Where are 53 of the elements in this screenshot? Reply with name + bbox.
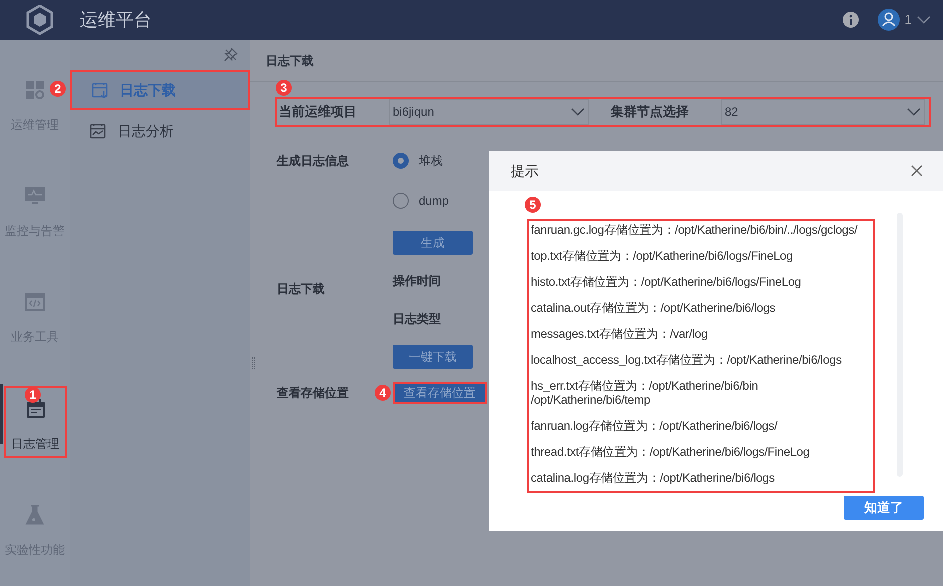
path-line: histo.txt存储位置为：/opt/Katherine/bi6/logs/FineLog: [531, 275, 802, 289]
page-title: 日志下载: [266, 52, 314, 70]
download-all-button[interactable]: 一键下载: [393, 345, 473, 369]
submenu-item[interactable]: 日志分析: [70, 111, 250, 151]
path-line: fanruan.gc.log存储位置为：/opt/Katherine/bi6/bin/../logs/gclogs/: [531, 223, 859, 237]
path-line: localhost_access_log.txt存储位置为：/opt/Katherine/bi6/logs: [531, 353, 843, 367]
field-label: 生成日志信息: [277, 153, 350, 170]
active-indicator: [0, 384, 3, 444]
field-label: 集群节点选择: [610, 103, 690, 122]
resize-handle-icon[interactable]: [252, 357, 255, 369]
app-title: 运维平台: [80, 8, 152, 32]
radio-button[interactable]: [393, 153, 409, 169]
cube-logo-icon: [26, 5, 54, 35]
calendar-icon: [26, 398, 46, 419]
view-storage-button[interactable]: 查看存储位置: [393, 382, 487, 404]
dropdown-field[interactable]: bi6jiqun: [389, 99, 589, 125]
field-label: 日志类型: [393, 311, 442, 328]
callout-number: 3: [276, 80, 292, 96]
radio-button[interactable]: [393, 193, 409, 209]
monitor-icon: [25, 186, 45, 206]
path-line: fanruan.log存储位置为：/opt/Katherine/bi6/logs/: [531, 419, 779, 433]
path-line: catalina.log存储位置为：/opt/Katherine/bi6/logs: [531, 471, 776, 485]
user-avatar-icon[interactable]: [878, 9, 900, 31]
chevron-down-icon: [571, 108, 585, 116]
field-label: 日志下载: [277, 281, 326, 298]
dropdown-field[interactable]: 82: [721, 99, 925, 125]
radio-label: dump: [419, 193, 450, 210]
path-line: thread.txt存储位置为：/opt/Katherine/bi6/logs/FineLog: [531, 445, 811, 459]
flask-icon: [25, 504, 45, 525]
info-icon[interactable]: [842, 12, 859, 28]
confirm-button[interactable]: 知道了: [844, 496, 924, 520]
field-label: 当前运维项目: [278, 103, 358, 122]
field-label: 操作时间: [393, 273, 442, 290]
code-window-icon: [25, 292, 45, 312]
field-label: 查看存储位置: [277, 385, 350, 402]
chevron-down-icon: [907, 108, 921, 116]
chart-calendar-icon: [90, 123, 106, 139]
grid-icon: [25, 80, 45, 100]
radio-label: 堆栈: [419, 153, 443, 170]
nav-label: 日志管理: [12, 436, 60, 453]
path-line: hs_err.txt存储位置为：/opt/Katherine/bi6/bin /opt/Katherine/bi6/temp: [531, 379, 760, 407]
submenu-item[interactable]: 日志下载: [70, 70, 250, 110]
pin-icon[interactable]: [224, 48, 238, 62]
path-line: top.txt存储位置为：/opt/Katherine/bi6/logs/FineLog: [531, 249, 794, 263]
path-line: messages.txt存储位置为：/var/log: [531, 327, 709, 341]
download-calendar-icon: [92, 82, 108, 98]
user-name[interactable]: 1: [904, 10, 912, 30]
dialog-title: 提示: [511, 162, 539, 180]
callout-number: 4: [375, 385, 391, 401]
path-line: catalina.out存储位置为：/opt/Katherine/bi6/logs: [531, 301, 777, 315]
close-icon[interactable]: [911, 165, 923, 177]
generate-button[interactable]: 生成: [393, 231, 473, 255]
caret-icon[interactable]: [917, 16, 931, 24]
